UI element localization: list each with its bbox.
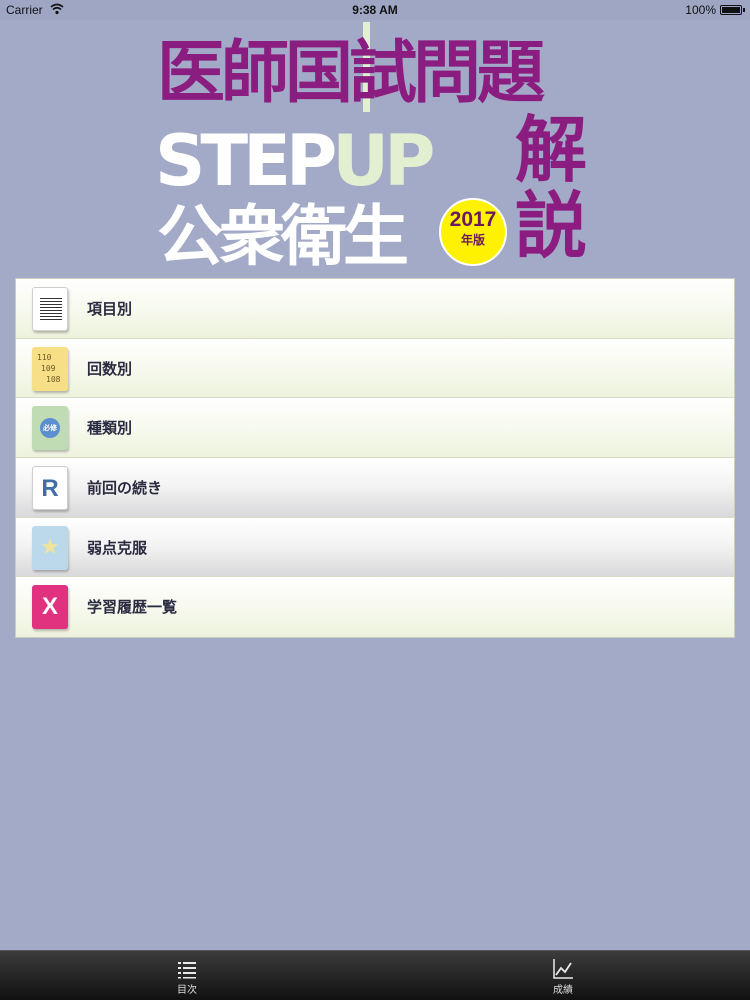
- status-bar: Carrier 9:38 AM 100%: [0, 0, 750, 20]
- tab-bar: 目次 成績: [0, 950, 750, 1000]
- menu-item-weak-points[interactable]: ★ 弱点克服: [16, 517, 734, 578]
- logo-step-text: STEP: [155, 120, 337, 202]
- history-x-icon: X: [32, 585, 68, 630]
- logo-step-up: STEPUP: [155, 126, 435, 196]
- status-time: 9:38 AM: [352, 3, 398, 17]
- logo-title-line1: 医師国試問題: [157, 34, 545, 113]
- tab-label: 成績: [553, 985, 573, 996]
- edition-badge: 2017 年版: [439, 198, 507, 266]
- menu-item-by-type[interactable]: 必修 種類別: [16, 398, 734, 459]
- tab-index[interactable]: 目次: [127, 951, 247, 1000]
- menu-item-label: 項目別: [87, 300, 133, 318]
- star-flag-icon: ★: [32, 525, 68, 570]
- tab-scores[interactable]: 成績: [503, 951, 623, 1000]
- chart-icon: [553, 959, 573, 979]
- resume-r-icon: R: [32, 466, 68, 511]
- menu-item-label: 弱点克服: [87, 538, 148, 557]
- badge-year: 2017: [449, 208, 497, 231]
- menu-item-by-topic[interactable]: 項目別: [16, 279, 734, 339]
- menu-item-history[interactable]: X 学習履歴一覧: [16, 577, 734, 638]
- app-logo: 医師国試問題 STEPUP 公衆衛生 解 説 2017 年版: [155, 22, 595, 275]
- menu-item-resume[interactable]: R 前回の続き: [16, 458, 734, 518]
- list-icon: [178, 962, 196, 979]
- menu-item-label: 前回の続き: [87, 479, 163, 498]
- logo-subject: 公衆衛生: [157, 198, 409, 275]
- menu-item-by-exam-number[interactable]: 110 109 108 回数別: [16, 338, 734, 399]
- battery-percent: 100%: [685, 3, 716, 17]
- logo-up-text: UP: [332, 120, 435, 202]
- sticky-note-icon: 110 109 108: [32, 346, 68, 391]
- document-lines-icon: [32, 287, 68, 331]
- tab-label: 目次: [177, 985, 197, 996]
- category-flag-icon: 必修: [32, 406, 68, 451]
- menu-item-label: 種類別: [87, 419, 133, 438]
- logo-kai: 解: [515, 108, 588, 192]
- badge-edition: 年版: [460, 233, 485, 248]
- menu-item-label: 回数別: [87, 359, 133, 378]
- menu-item-label: 学習履歴一覧: [87, 598, 178, 617]
- main-menu: 項目別 110 109 108 回数別 必修 種類別 R 前回の続き ★ 弱点克…: [15, 278, 735, 639]
- logo-setsu: 説: [515, 184, 588, 268]
- battery-icon: [720, 5, 742, 15]
